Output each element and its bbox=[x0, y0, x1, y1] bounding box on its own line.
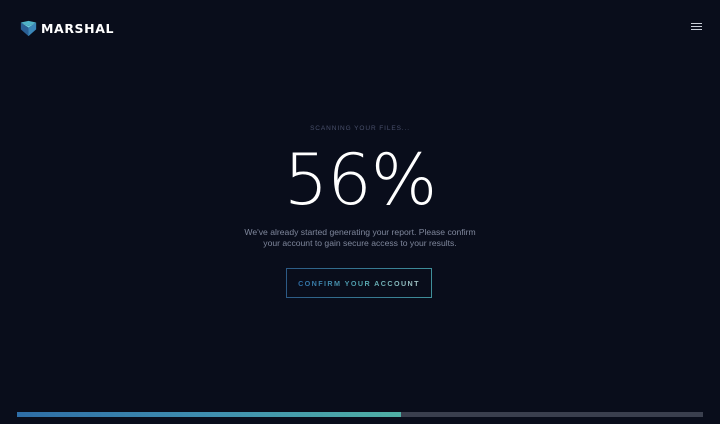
scan-description-line-1: We've already started generating your re… bbox=[244, 227, 476, 237]
marshal-shield-logo-icon bbox=[20, 20, 37, 37]
confirm-account-label: CONFIRM YOUR ACCOUNT bbox=[298, 278, 420, 288]
scan-description-line-2: your account to gain secure access to yo… bbox=[263, 238, 457, 248]
brand-name: MARSHAL bbox=[41, 21, 115, 36]
scan-page: MARSHAL SCANNING YOUR FILES... 56% We've… bbox=[0, 0, 720, 424]
scan-progress-fill bbox=[17, 412, 402, 417]
scan-status-label: SCANNING YOUR FILES... bbox=[310, 125, 410, 132]
scan-percent: 56% bbox=[283, 139, 438, 221]
hamburger-menu-icon[interactable] bbox=[688, 23, 704, 35]
confirm-account-button[interactable]: CONFIRM YOUR ACCOUNT bbox=[286, 268, 432, 298]
scan-description: We've already started generating your re… bbox=[230, 227, 490, 249]
scan-progress-bar bbox=[17, 412, 703, 417]
brand-logo[interactable]: MARSHAL bbox=[20, 20, 114, 37]
